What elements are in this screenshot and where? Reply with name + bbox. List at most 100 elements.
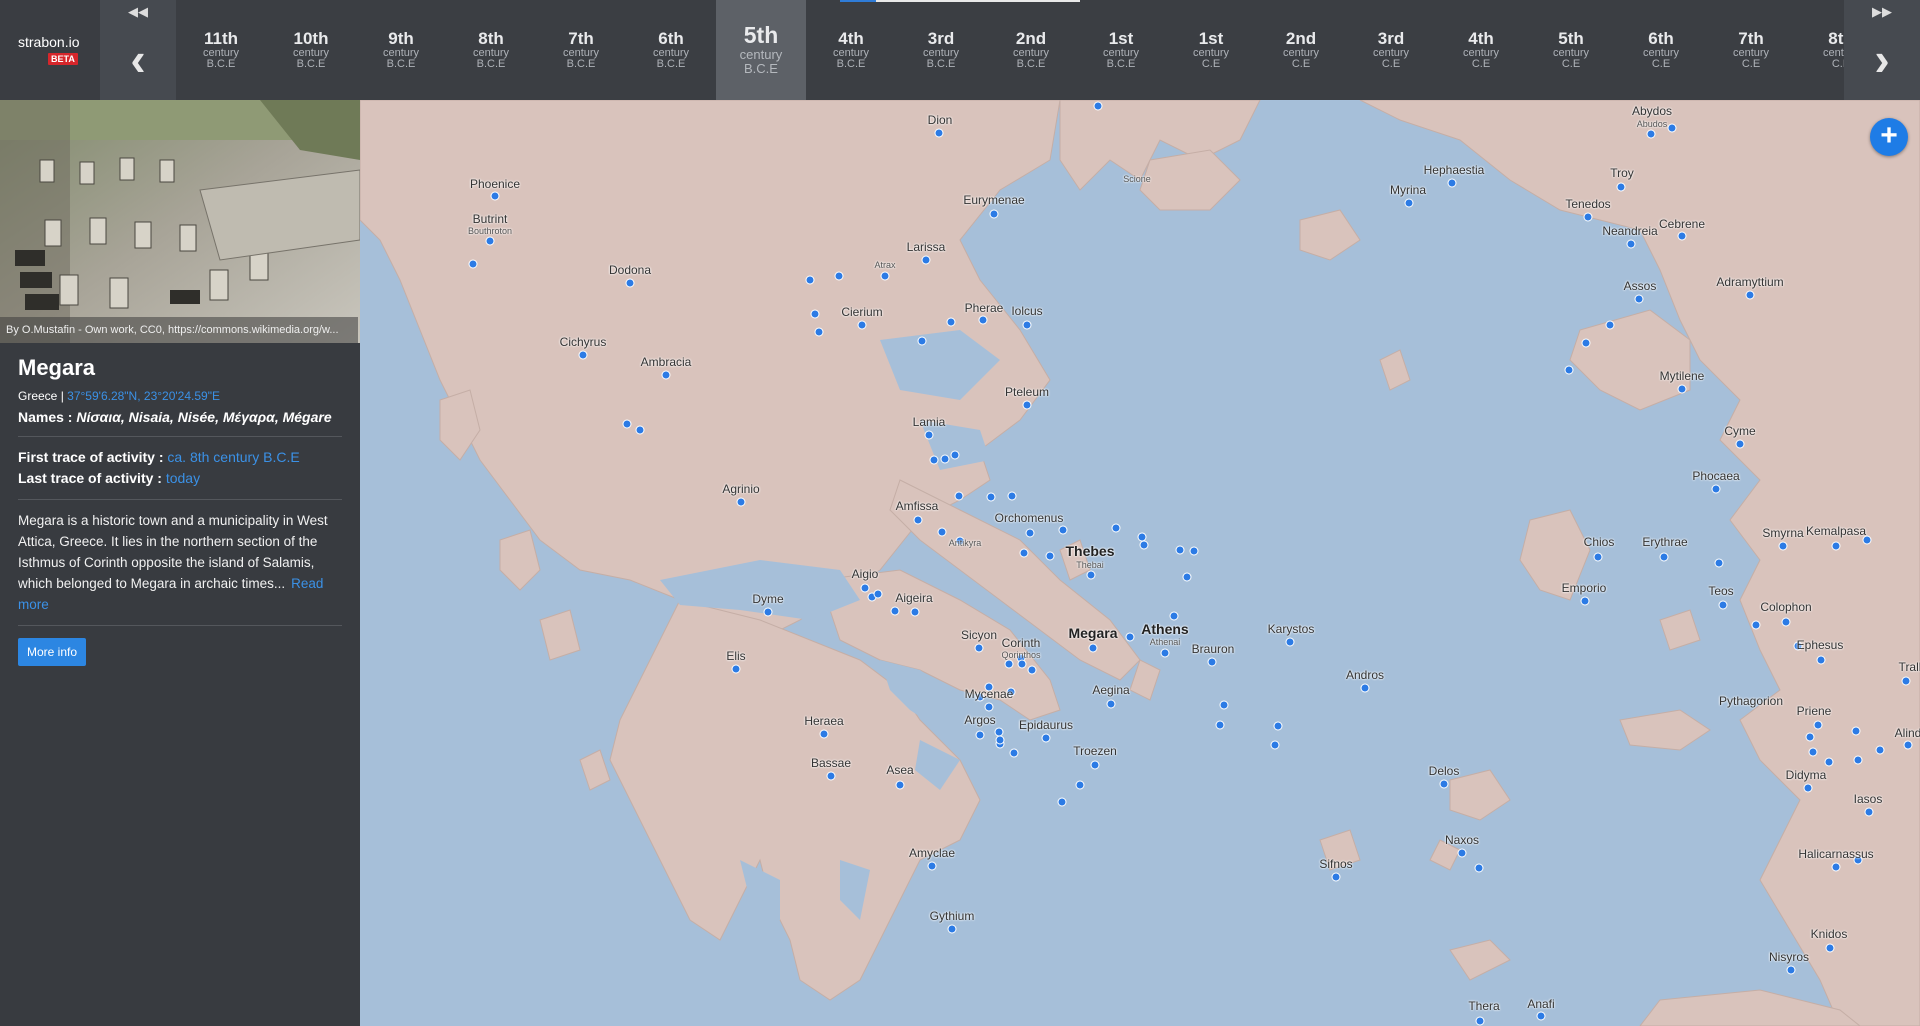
site-marker[interactable] bbox=[1778, 541, 1788, 551]
place-label[interactable]: Smyrna bbox=[1762, 526, 1803, 540]
century-item[interactable]: 4th century C.E bbox=[1436, 0, 1526, 100]
site-marker[interactable] bbox=[950, 450, 960, 460]
century-item[interactable]: 6th century C.E bbox=[1616, 0, 1706, 100]
place-label[interactable]: Athenai bbox=[1150, 637, 1181, 647]
site-marker[interactable] bbox=[1903, 740, 1913, 750]
place-label[interactable]: Phocaea bbox=[1692, 469, 1739, 483]
place-label[interactable]: Trall bbox=[1899, 660, 1920, 674]
place-label[interactable]: Larissa bbox=[907, 240, 946, 254]
place-label[interactable]: Dyme bbox=[752, 592, 783, 606]
place-coordinates-link[interactable]: 37°59'6.28"N, 23°20'24.59"E bbox=[67, 389, 220, 403]
place-label[interactable]: Neandreia bbox=[1602, 224, 1657, 238]
site-marker[interactable] bbox=[873, 589, 883, 599]
place-label[interactable]: Cebrene bbox=[1659, 217, 1705, 231]
place-label[interactable]: Thera bbox=[1468, 999, 1499, 1013]
site-marker[interactable] bbox=[1831, 541, 1841, 551]
place-label[interactable]: Corinth bbox=[1002, 636, 1041, 650]
place-label[interactable]: Myrina bbox=[1390, 183, 1426, 197]
site-marker[interactable] bbox=[1273, 721, 1283, 731]
place-label[interactable]: Nisyros bbox=[1769, 950, 1809, 964]
site-marker[interactable] bbox=[1207, 657, 1217, 667]
site-marker[interactable] bbox=[814, 327, 824, 337]
site-marker[interactable] bbox=[1583, 212, 1593, 222]
last-trace-link[interactable]: today bbox=[166, 470, 200, 486]
place-label[interactable]: Dion bbox=[928, 113, 953, 127]
site-marker[interactable] bbox=[1580, 596, 1590, 606]
site-marker[interactable] bbox=[947, 924, 957, 934]
place-label[interactable]: Bouthroton bbox=[468, 226, 512, 236]
site-marker[interactable] bbox=[1711, 484, 1721, 494]
place-label[interactable]: Scione bbox=[1123, 174, 1151, 184]
site-marker[interactable] bbox=[1475, 1016, 1485, 1026]
site-marker[interactable] bbox=[1017, 659, 1027, 669]
place-label[interactable]: Cichyrus bbox=[560, 335, 607, 349]
place-label[interactable]: Iasos bbox=[1854, 792, 1883, 806]
site-marker[interactable] bbox=[1875, 745, 1885, 755]
century-item[interactable]: 2nd century C.E bbox=[1256, 0, 1346, 100]
place-label[interactable]: Ambracia bbox=[641, 355, 692, 369]
place-label[interactable]: Pythagorion bbox=[1719, 694, 1783, 708]
site-marker[interactable] bbox=[1593, 552, 1603, 562]
place-label[interactable]: Didyma bbox=[1786, 768, 1827, 782]
place-label[interactable]: Lamia bbox=[913, 415, 946, 429]
site-marker[interactable] bbox=[910, 607, 920, 617]
site-marker[interactable] bbox=[485, 236, 495, 246]
site-marker[interactable] bbox=[1175, 545, 1185, 555]
site-marker[interactable] bbox=[1219, 700, 1229, 710]
site-marker[interactable] bbox=[995, 735, 1005, 745]
site-marker[interactable] bbox=[1851, 726, 1861, 736]
site-marker[interactable] bbox=[1111, 523, 1121, 533]
site-marker[interactable] bbox=[984, 702, 994, 712]
century-item[interactable]: 4th century B.C.E bbox=[806, 0, 896, 100]
site-marker[interactable] bbox=[1605, 320, 1615, 330]
century-item[interactable]: 8thcenturyC.E bbox=[1796, 0, 1844, 100]
place-label[interactable]: Atrax bbox=[874, 260, 895, 270]
double-chevron-left-icon[interactable]: ◀◀ bbox=[100, 4, 176, 20]
site-marker[interactable] bbox=[940, 454, 950, 464]
site-marker[interactable] bbox=[490, 191, 500, 201]
site-marker[interactable] bbox=[927, 861, 937, 871]
place-label[interactable]: Bassae bbox=[811, 756, 851, 770]
site-marker[interactable] bbox=[1735, 439, 1745, 449]
site-marker[interactable] bbox=[1634, 294, 1644, 304]
site-marker[interactable] bbox=[895, 780, 905, 790]
place-label[interactable]: Anafi bbox=[1527, 997, 1554, 1011]
century-item[interactable]: 1st century B.C.E bbox=[1076, 0, 1166, 100]
site-marker[interactable] bbox=[661, 370, 671, 380]
place-label[interactable]: Phoenice bbox=[470, 177, 520, 191]
site-marker[interactable] bbox=[890, 606, 900, 616]
site-marker[interactable] bbox=[1901, 676, 1911, 686]
place-label[interactable]: Kemalpasa bbox=[1806, 524, 1866, 538]
place-label[interactable]: Halicarnassus bbox=[1798, 847, 1873, 861]
place-label[interactable]: Orchomenus bbox=[995, 511, 1064, 525]
place-label[interactable]: Abydos bbox=[1632, 104, 1672, 118]
site-marker[interactable] bbox=[880, 271, 890, 281]
site-marker[interactable] bbox=[1667, 123, 1677, 133]
place-label[interactable]: Eurymenae bbox=[963, 193, 1024, 207]
site-marker[interactable] bbox=[1022, 400, 1032, 410]
place-label[interactable]: Sifnos bbox=[1319, 857, 1352, 871]
place-label[interactable]: Delos bbox=[1429, 764, 1460, 778]
place-label[interactable]: Dodona bbox=[609, 263, 651, 277]
century-item[interactable]: 10th century B.C.E bbox=[266, 0, 356, 100]
place-label[interactable]: Troy bbox=[1610, 166, 1634, 180]
place-label[interactable]: Ephesus bbox=[1797, 638, 1844, 652]
previous-century-button[interactable]: ◀◀ ‹ bbox=[100, 0, 176, 100]
site-marker[interactable] bbox=[937, 527, 947, 537]
site-marker[interactable] bbox=[1616, 182, 1626, 192]
century-item[interactable]: 11th century B.C.E bbox=[176, 0, 266, 100]
place-label[interactable]: Epidaurus bbox=[1019, 718, 1073, 732]
site-marker[interactable] bbox=[1160, 648, 1170, 658]
place-label[interactable]: Pherae bbox=[965, 301, 1004, 315]
place-label[interactable]: Qorinthos bbox=[1001, 650, 1040, 660]
site-marker[interactable] bbox=[834, 271, 844, 281]
double-chevron-right-icon[interactable]: ▶▶ bbox=[1844, 4, 1920, 20]
site-marker[interactable] bbox=[625, 278, 635, 288]
site-marker[interactable] bbox=[1360, 683, 1370, 693]
site-marker[interactable] bbox=[921, 255, 931, 265]
site-marker[interactable] bbox=[1536, 1011, 1546, 1021]
century-item[interactable]: 1st century C.E bbox=[1166, 0, 1256, 100]
site-marker[interactable] bbox=[1786, 965, 1796, 975]
place-label[interactable]: Megara bbox=[1068, 625, 1117, 641]
site-marker[interactable] bbox=[1019, 548, 1029, 558]
